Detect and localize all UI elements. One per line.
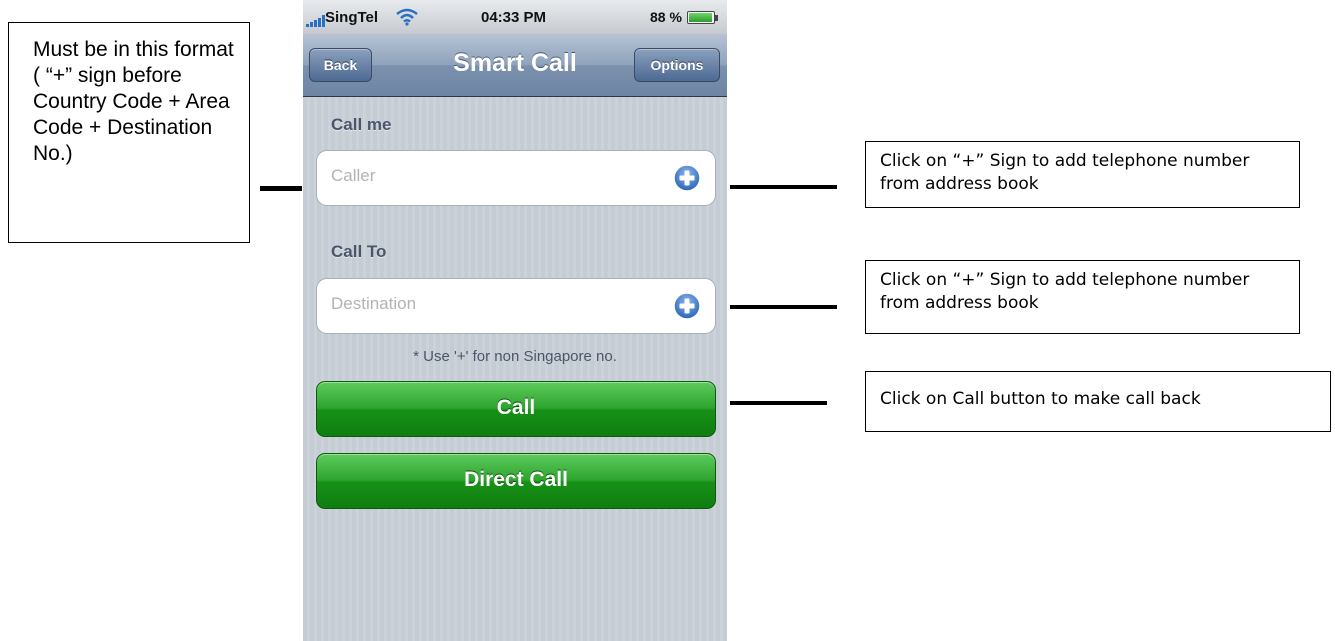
battery-icon	[687, 11, 715, 24]
call-to-label: Call To	[331, 242, 387, 261]
add-contact-icon[interactable]	[672, 163, 702, 193]
battery-tip	[715, 15, 718, 21]
call-me-label: Call me	[331, 115, 392, 134]
caller-input[interactable]	[329, 165, 663, 187]
call-note-text: Click on Call button to make call back	[880, 389, 1201, 409]
status-bar: SingTel 04:33 PM 88 %	[303, 0, 727, 35]
destination-note-connector	[730, 305, 837, 309]
number-format-hint: * Use '+' for non Singapore no.	[413, 348, 617, 365]
add-contact-icon[interactable]	[672, 291, 702, 321]
direct-call-button[interactable]: Direct Call	[316, 453, 716, 509]
status-time: 04:33 PM	[481, 9, 547, 26]
navigation-bar: Back Smart Call Options	[303, 34, 727, 97]
destination-field[interactable]	[316, 278, 716, 334]
caller-note: Click on “+” Sign to add telephone numbe…	[865, 141, 1300, 208]
destination-input[interactable]	[329, 293, 663, 315]
battery-percent: 88 %	[650, 9, 682, 25]
call-note-connector	[730, 401, 827, 405]
options-button[interactable]: Options	[634, 48, 720, 82]
caller-field[interactable]	[316, 150, 716, 206]
call-button[interactable]: Call	[316, 381, 716, 437]
destination-note-text: Click on “+” Sign to add telephone numbe…	[880, 270, 1250, 313]
call-note: Click on Call button to make call back	[865, 371, 1331, 432]
phone-screen: SingTel 04:33 PM 88 % Back Smart Call Op…	[303, 0, 727, 641]
format-note-connector	[260, 186, 302, 191]
format-note-text: Must be in this format ( “+” sign before…	[33, 38, 234, 165]
wifi-icon	[396, 8, 418, 26]
carrier-name: SingTel	[325, 9, 379, 26]
battery-level	[689, 13, 712, 22]
format-note: Must be in this format ( “+” sign before…	[8, 22, 250, 243]
caller-note-text: Click on “+” Sign to add telephone numbe…	[880, 151, 1250, 194]
signal-bars-icon	[306, 15, 326, 27]
caller-note-connector	[730, 185, 837, 189]
destination-note: Click on “+” Sign to add telephone numbe…	[865, 260, 1300, 334]
